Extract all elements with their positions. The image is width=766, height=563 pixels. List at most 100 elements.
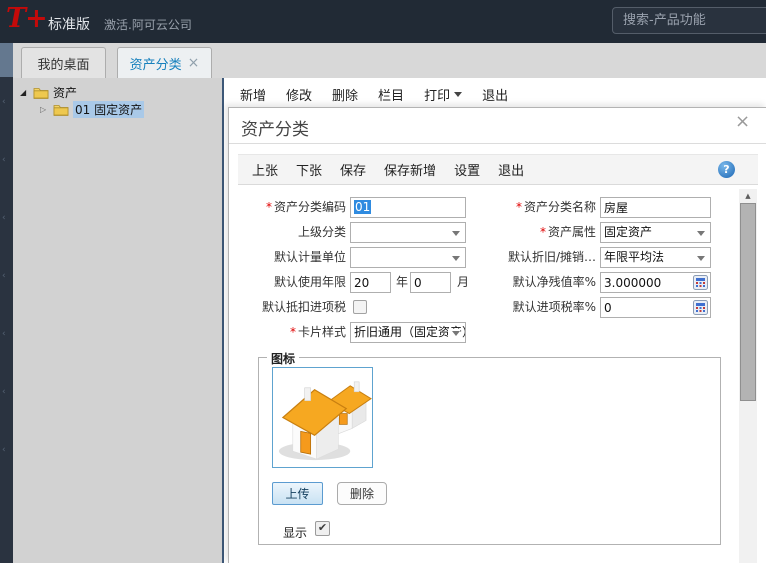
scroll-up-icon[interactable]: ▲ (739, 189, 757, 204)
display-label: 显示 (283, 524, 307, 541)
app-window: T+ 标准版 激活.阿可云公司 ‹ ‹ ‹ ‹ ‹ ‹ ‹ 我的桌面 资产分类 … (0, 0, 766, 563)
input-tax-rate-field[interactable] (600, 297, 711, 318)
edition-label: 标准版 (48, 14, 90, 34)
card-style-label: *卡片样式 (229, 322, 346, 342)
tree-node-fixed-assets[interactable]: ▷ 01 固定资产 (40, 101, 144, 118)
depreciation-label: 默认折旧/摊销… (409, 247, 596, 267)
card-style-select[interactable]: 折旧通用（固定资产） (350, 322, 466, 343)
tab-my-desktop[interactable]: 我的桌面 (21, 47, 106, 78)
chevron-left-icon: ‹ (2, 272, 12, 282)
tree-node-label: 资产 (53, 84, 77, 101)
tree-node-label-selected: 01 固定资产 (73, 101, 144, 118)
deduct-tax-checkbox[interactable] (353, 300, 367, 314)
edit-button[interactable]: 修改 (286, 85, 312, 104)
input-tax-rate-input[interactable] (604, 298, 692, 317)
exit-button[interactable]: 退出 (482, 85, 508, 104)
required-mark: * (266, 200, 272, 214)
prev-record-button[interactable]: 上张 (252, 160, 278, 179)
depreciation-value: 年限平均法 (604, 250, 664, 264)
upload-button[interactable]: 上传 (272, 482, 323, 505)
name-label: *资产分类名称 (409, 197, 596, 217)
required-mark: * (540, 225, 546, 239)
useful-life-years-input[interactable] (354, 273, 387, 292)
add-button[interactable]: 新增 (240, 85, 266, 104)
residual-rate-input[interactable] (604, 273, 692, 292)
tplus-logo-icon: T+ (6, 3, 47, 34)
caret-down-icon (454, 92, 462, 97)
display-checkbox[interactable]: ✔ (315, 521, 330, 536)
house-icon (273, 368, 372, 467)
check-icon: ✔ (318, 521, 327, 534)
list-toolbar: 新增 修改 删除 栏目 打印 退出 (240, 85, 508, 104)
scrollbar-thumb[interactable] (740, 203, 756, 401)
collapsed-sidebar: ‹ ‹ ‹ ‹ ‹ ‹ ‹ (0, 43, 13, 563)
print-button[interactable]: 打印 (424, 85, 462, 104)
chevron-left-icon: ‹ (2, 330, 12, 340)
tree-expanded-icon[interactable]: ◢ (20, 88, 29, 97)
deduct-tax-label: 默认抵扣进项税 (229, 297, 346, 317)
folder-icon (33, 87, 49, 99)
attribute-value: 固定资产 (604, 225, 652, 239)
chevron-left-icon: ‹ (2, 156, 12, 166)
columns-button[interactable]: 栏目 (378, 85, 404, 104)
calculator-icon[interactable] (693, 275, 708, 290)
upload-label: 上传 (285, 485, 309, 502)
dropdown-arrow-icon[interactable] (452, 331, 460, 336)
required-mark: * (516, 200, 522, 214)
tree-collapsed-icon[interactable]: ▷ (40, 105, 49, 114)
search-input[interactable] (612, 7, 766, 34)
useful-life-label: 默认使用年限 (229, 272, 346, 292)
tab-label: 我的桌面 (37, 54, 89, 73)
calculator-icon[interactable] (693, 300, 708, 315)
delete-icon-button[interactable]: 删除 (337, 482, 387, 505)
input-tax-rate-label: 默认进项税率% (409, 297, 596, 317)
code-label: *资产分类编码 (229, 197, 346, 217)
icon-group-legend: 图标 (267, 350, 299, 367)
dialog-close-icon[interactable]: × (735, 111, 750, 132)
tab-label: 资产分类 (130, 54, 182, 73)
code-value-selected: 01 (354, 200, 371, 214)
settings-button[interactable]: 设置 (454, 160, 480, 179)
name-field[interactable] (600, 197, 711, 218)
asset-tree-panel (13, 78, 222, 563)
save-button[interactable]: 保存 (340, 160, 366, 179)
dropdown-arrow-icon[interactable] (697, 231, 705, 236)
sidebar-toggle-button[interactable] (0, 43, 13, 77)
asset-category-dialog: 资产分类 × 上张 下张 保存 保存新增 设置 退出 ? *资产分类编码 01 … (228, 107, 766, 563)
useful-life-years-field[interactable] (350, 272, 391, 293)
required-mark: * (290, 325, 296, 339)
category-icon-preview[interactable] (272, 367, 373, 468)
chevron-left-icon: ‹ (2, 388, 12, 398)
delete-label: 删除 (350, 485, 374, 502)
card-style-value: 折旧通用（固定资产） (354, 325, 466, 339)
chevron-left-icon: ‹ (2, 214, 12, 224)
activation-status: 激活.阿可云公司 (104, 16, 192, 33)
residual-rate-field[interactable] (600, 272, 711, 293)
tab-close-icon[interactable]: × (188, 56, 200, 70)
depreciation-select[interactable]: 年限平均法 (600, 247, 711, 268)
delete-button[interactable]: 删除 (332, 85, 358, 104)
save-and-new-button[interactable]: 保存新增 (384, 160, 436, 179)
tree-node-assets[interactable]: ◢ 资产 (20, 84, 77, 101)
exit-dialog-button[interactable]: 退出 (498, 160, 524, 179)
icon-group-box: 图标 上传 (258, 357, 721, 545)
folder-icon (53, 104, 69, 116)
unit-label: 默认计量单位 (229, 247, 346, 267)
title-separator (229, 143, 766, 144)
chevron-left-icon: ‹ (2, 98, 12, 108)
tab-asset-category[interactable]: 资产分类 × (117, 47, 212, 78)
name-input[interactable] (604, 198, 707, 217)
years-unit-label: 年 (396, 272, 408, 292)
chevron-left-icon: ‹ (2, 446, 12, 456)
attribute-label: *资产属性 (409, 222, 596, 242)
dialog-scrollbar[interactable]: ▲ (739, 189, 757, 563)
dialog-toolbar: 上张 下张 保存 保存新增 设置 退出 (238, 154, 758, 185)
attribute-select[interactable]: 固定资产 (600, 222, 711, 243)
residual-rate-label: 默认净残值率% (409, 272, 596, 292)
parent-category-label: 上级分类 (229, 222, 346, 242)
dialog-title: 资产分类 (241, 115, 309, 140)
next-record-button[interactable]: 下张 (296, 160, 322, 179)
top-bar: T+ 标准版 激活.阿可云公司 (0, 0, 766, 43)
help-icon[interactable]: ? (718, 161, 735, 178)
dropdown-arrow-icon[interactable] (697, 256, 705, 261)
